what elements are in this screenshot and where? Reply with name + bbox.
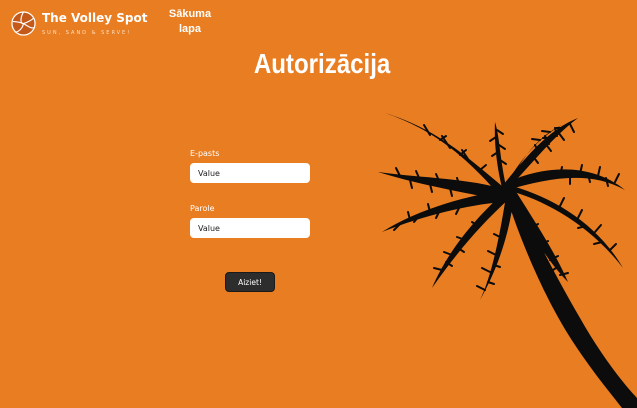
password-label: Parole xyxy=(190,204,215,213)
email-field[interactable] xyxy=(190,163,310,183)
submit-button[interactable]: Aiziet! xyxy=(225,272,275,292)
nav-home-link[interactable]: Sākuma lapa xyxy=(168,7,212,37)
brand-tagline: SUN, SAND & SERVE! xyxy=(42,30,132,36)
email-label: E-pasts xyxy=(190,149,220,158)
volleyball-icon xyxy=(11,11,36,36)
password-field[interactable] xyxy=(190,218,310,238)
brand-name: The Volley Spot xyxy=(42,11,148,25)
page-title: Autorizācija xyxy=(253,48,391,79)
brand-logo[interactable]: The Volley Spot SUN, SAND & SERVE! xyxy=(11,11,148,37)
